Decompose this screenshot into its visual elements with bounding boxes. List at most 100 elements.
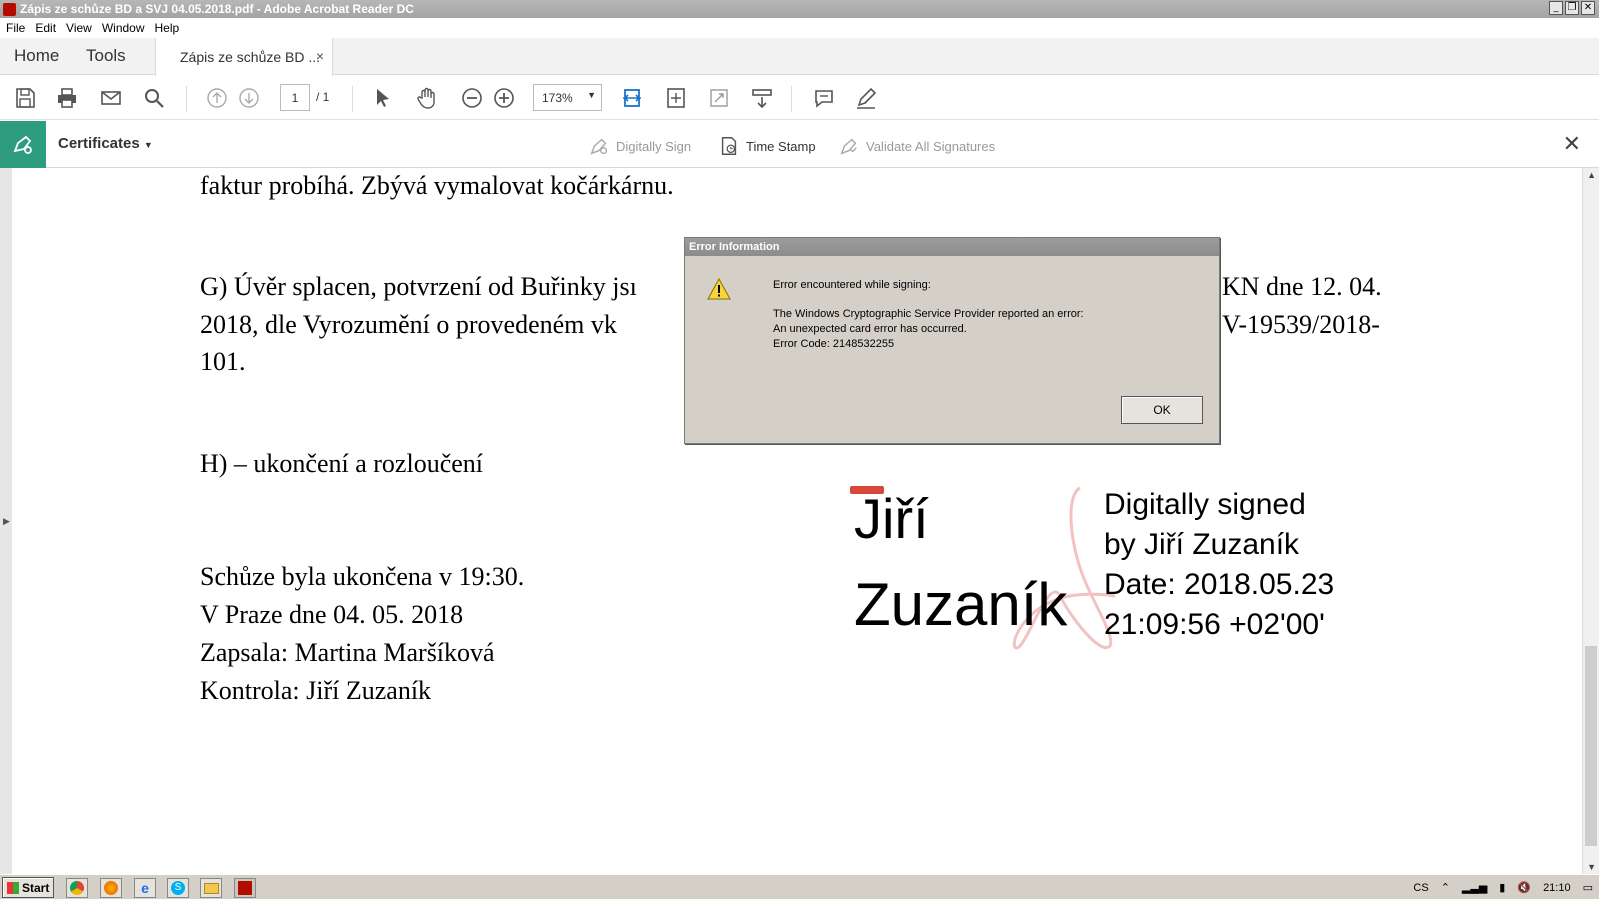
digitally-sign-label: Digitally Sign <box>616 138 692 154</box>
signature-info-line: Digitally signed <box>1104 488 1306 521</box>
language-indicator[interactable]: CS <box>1413 882 1428 894</box>
menu-view[interactable]: View <box>66 21 92 35</box>
acrobat-app-icon <box>3 2 16 16</box>
windows-logo-icon <box>7 881 19 894</box>
vertical-scrollbar[interactable]: ▲ ▼ <box>1582 168 1599 874</box>
email-icon[interactable] <box>98 85 124 111</box>
time-stamp-icon <box>721 137 737 155</box>
paragraph-line: faktur probíhá. Zbývá vymalovat kočárkár… <box>200 171 674 200</box>
fit-page-icon[interactable] <box>619 85 645 111</box>
internet-explorer-icon[interactable]: e <box>134 878 156 898</box>
hand-icon[interactable] <box>414 85 440 111</box>
closing-line-3: Zapsala: Martina Maršíková <box>200 638 495 667</box>
system-tray: CS ⌃ ▂▃▅ ▮ 🔇 21:10 ▭ <box>1407 875 1599 900</box>
close-tab-icon[interactable]: × <box>316 48 324 64</box>
toolbar: 1 / 1 173% ▼ <box>0 76 1599 120</box>
validate-icon <box>840 138 857 155</box>
chevron-down-icon: ▼ <box>587 90 596 100</box>
error-dialog: Error Information Error encountered whil… <box>684 237 1220 444</box>
menu-edit[interactable]: Edit <box>35 21 56 35</box>
scroll-down-icon[interactable]: ▼ <box>1587 862 1596 872</box>
page-number-input[interactable]: 1 <box>280 84 310 111</box>
explorer-folder-icon[interactable] <box>200 878 222 898</box>
signature-info-line: 21:09:56 +02'00' <box>1104 608 1325 641</box>
firefox-icon[interactable] <box>100 878 122 898</box>
comment-icon[interactable] <box>811 85 837 111</box>
zoom-in-icon[interactable] <box>491 85 517 111</box>
validate-signatures-button[interactable]: Validate All Signatures <box>838 135 995 157</box>
paragraph-h: H) – ukončení a rozloučení <box>200 449 484 478</box>
menu-window[interactable]: Window <box>102 21 145 35</box>
page-down-icon[interactable] <box>236 85 262 111</box>
menu-help[interactable]: Help <box>155 21 180 35</box>
signal-icon[interactable]: ▂▃▅ <box>1462 881 1487 894</box>
expand-panel-icon[interactable]: ▶ <box>3 516 10 527</box>
show-desktop-icon[interactable]: ▭ <box>1583 881 1593 894</box>
minimize-button[interactable]: _ <box>1549 1 1563 15</box>
paragraph-g-line1-left: G) Úvěr splacen, potvrzení od Buřinky js… <box>200 272 637 301</box>
signature-info-line: Date: 2018.05.23 <box>1104 568 1335 601</box>
tab-document-label: Zápis ze schůze BD ... <box>180 49 321 65</box>
network-icon[interactable]: ▮ <box>1499 881 1505 894</box>
digitally-sign-button[interactable]: Digitally Sign <box>588 135 691 157</box>
left-panel-gutter: ▶ <box>0 168 12 874</box>
window-title: Zápis ze schůze BD a SVJ 04.05.2018.pdf … <box>20 2 414 16</box>
error-message-line: The Windows Cryptographic Service Provid… <box>773 308 1084 320</box>
closing-line-4: Kontrola: Jiří Zuzaník <box>200 676 432 705</box>
signature-info[interactable]: Digitally signed by Jiří Zuzaník Date: 2… <box>1104 485 1334 645</box>
tab-document[interactable]: Zápis ze schůze BD ... × <box>155 38 333 76</box>
close-certificates-icon[interactable]: ✕ <box>1563 131 1581 157</box>
pen-sign-icon <box>590 138 608 155</box>
tray-expand-icon[interactable]: ⌃ <box>1441 881 1450 894</box>
volume-muted-icon[interactable]: 🔇 <box>1517 881 1531 894</box>
page-total: / 1 <box>316 90 330 104</box>
skype-icon[interactable]: S <box>167 878 189 898</box>
acrobat-taskbar-icon[interactable] <box>234 878 256 898</box>
title-bar: Zápis ze schůze BD a SVJ 04.05.2018.pdf … <box>0 0 1599 18</box>
clock[interactable]: 21:10 <box>1543 882 1571 894</box>
warning-icon <box>707 278 731 300</box>
zoom-value: 173% <box>542 90 573 105</box>
start-button[interactable]: Start <box>2 877 54 898</box>
paragraph-g-line3: 101. <box>200 347 246 376</box>
fit-width-icon[interactable] <box>663 85 689 111</box>
signature-first-name: Jiří <box>854 487 929 550</box>
time-stamp-button[interactable]: Time Stamp <box>718 135 816 157</box>
time-stamp-label: Time Stamp <box>746 138 816 154</box>
chrome-icon[interactable] <box>66 878 88 898</box>
ok-button[interactable]: OK <box>1121 396 1203 424</box>
search-icon[interactable] <box>141 85 167 111</box>
closing-line-2: V Praze dne 04. 05. 2018 <box>200 600 464 629</box>
start-label: Start <box>22 880 50 895</box>
save-icon[interactable] <box>12 85 38 111</box>
scroll-thumb[interactable] <box>1585 646 1597 846</box>
paragraph-g-line2-right: V-19539/2018- <box>1222 310 1380 339</box>
taskbar: Start e S CS ⌃ ▂▃▅ ▮ 🔇 21:10 ▭ <box>0 874 1599 899</box>
closing-line-1: Schůze byla ukončena v 19:30. <box>200 562 525 591</box>
page-up-icon[interactable] <box>204 85 230 111</box>
zoom-out-icon[interactable] <box>459 85 485 111</box>
scroll-up-icon[interactable]: ▲ <box>1587 170 1596 180</box>
tab-tools[interactable]: Tools <box>86 46 126 66</box>
error-code: Error Code: 2148532255 <box>773 338 895 350</box>
sign-icon[interactable] <box>853 85 879 111</box>
certificates-bar: Certificates ▼ Digitally Sign Time Stamp… <box>0 121 1599 168</box>
certificates-label: Certificates <box>58 135 140 152</box>
close-window-button[interactable]: ✕ <box>1581 1 1595 15</box>
certificates-tool-icon <box>0 121 46 168</box>
error-message-line: An unexpected card error has occurred. <box>773 323 967 335</box>
print-icon[interactable] <box>54 85 80 111</box>
full-screen-icon[interactable] <box>706 85 732 111</box>
scroll-mode-icon[interactable] <box>749 85 775 111</box>
paragraph-g-line1-right: KN dne 12. 04. <box>1222 272 1382 301</box>
signature-last-name: Zuzaník <box>854 571 1068 638</box>
error-message-line: Error encountered while signing: <box>773 279 931 291</box>
menu-file[interactable]: File <box>6 21 25 35</box>
zoom-select[interactable]: 173% ▼ <box>533 84 602 111</box>
restore-button[interactable]: ❐ <box>1565 1 1579 15</box>
tab-home[interactable]: Home <box>14 46 59 66</box>
select-icon[interactable] <box>370 85 396 111</box>
caret-down-icon: ▼ <box>143 140 153 150</box>
certificates-menu[interactable]: Certificates ▼ <box>58 135 153 152</box>
tab-bar: Home Tools Zápis ze schůze BD ... × <box>0 38 1599 76</box>
